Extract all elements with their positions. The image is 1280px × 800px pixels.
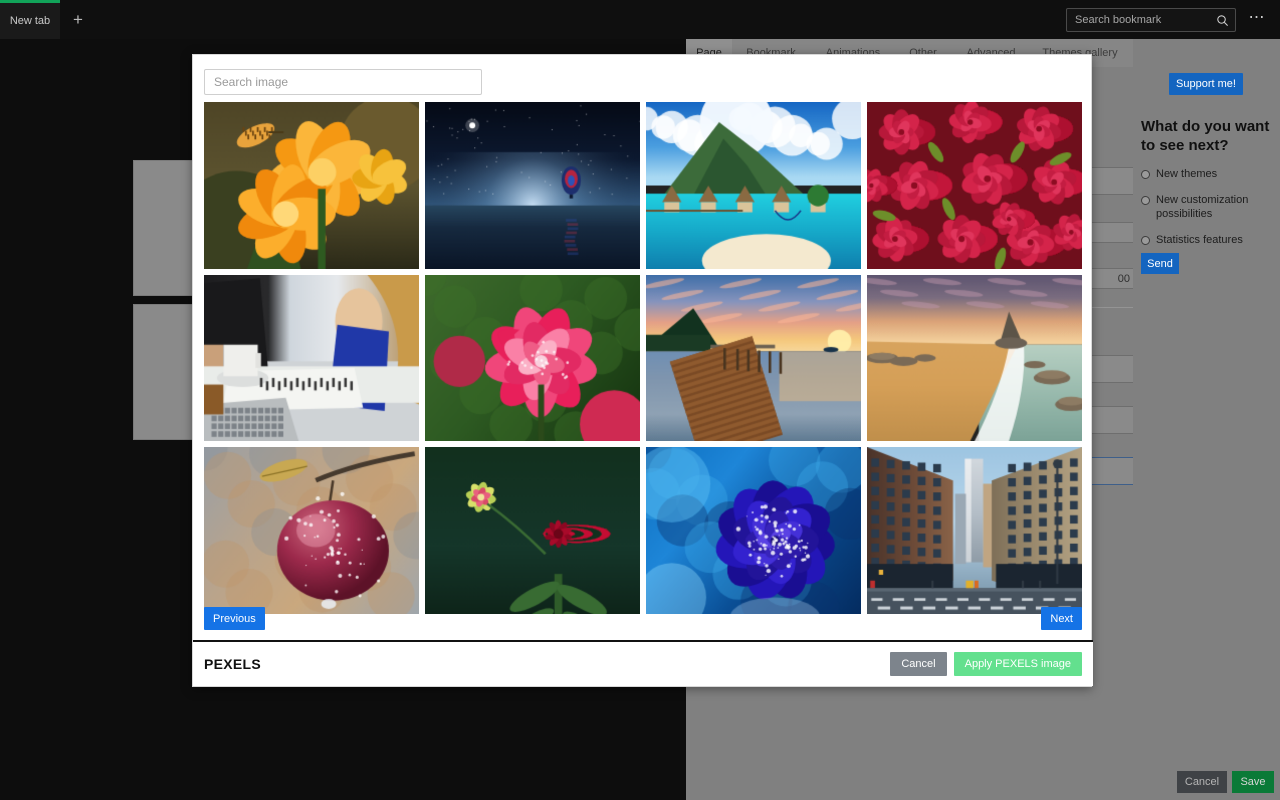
pagination-controls: Previous Next bbox=[204, 607, 1082, 633]
next-label: Next bbox=[1050, 613, 1073, 625]
image-results-grid bbox=[204, 102, 1082, 614]
next-page-button[interactable]: Next bbox=[1041, 607, 1082, 630]
image-search-input[interactable]: Search image bbox=[204, 69, 482, 95]
radio-label: New themes bbox=[1156, 167, 1217, 181]
more-options-icon[interactable]: ⋯ bbox=[1244, 10, 1270, 30]
radio-icon[interactable] bbox=[1141, 170, 1150, 179]
image-result-8[interactable] bbox=[867, 275, 1082, 442]
settings-cancel-button[interactable]: Cancel bbox=[1177, 771, 1227, 793]
image-thumbnail bbox=[646, 447, 861, 614]
settings-cancel-label: Cancel bbox=[1185, 776, 1219, 788]
radio-label: Statistics features bbox=[1156, 233, 1243, 247]
image-thumbnail bbox=[425, 102, 640, 269]
support-me-label: Support me! bbox=[1176, 78, 1236, 90]
image-thumbnail bbox=[646, 275, 861, 442]
bookmark-search-input[interactable]: Search bookmark bbox=[1066, 8, 1236, 32]
image-thumbnail bbox=[867, 275, 1082, 442]
image-result-3[interactable] bbox=[646, 102, 861, 269]
image-search-placeholder: Search image bbox=[214, 75, 288, 89]
browser-chrome: New tab + Search bookmark ⋯ bbox=[0, 0, 1280, 39]
image-result-6[interactable] bbox=[425, 275, 640, 442]
image-result-11[interactable] bbox=[646, 447, 861, 614]
image-result-4[interactable] bbox=[867, 102, 1082, 269]
radio-option-new-themes[interactable]: New themes bbox=[1141, 167, 1279, 181]
send-label: Send bbox=[1147, 258, 1173, 270]
previous-label: Previous bbox=[213, 613, 256, 625]
modal-footer: PEXELS Cancel Apply PEXELS image bbox=[193, 640, 1093, 686]
pexels-image-picker-modal: Search image Previous Next PEXELS Cancel… bbox=[192, 54, 1092, 687]
image-result-7[interactable] bbox=[646, 275, 861, 442]
modal-cancel-button[interactable]: Cancel bbox=[890, 652, 946, 676]
tab-new-tab[interactable]: New tab bbox=[0, 0, 60, 39]
image-result-9[interactable] bbox=[204, 447, 419, 614]
apply-label: Apply PEXELS image bbox=[965, 658, 1071, 670]
radio-icon[interactable] bbox=[1141, 196, 1150, 205]
radio-icon[interactable] bbox=[1141, 236, 1150, 245]
image-thumbnail bbox=[204, 447, 419, 614]
app-root: New tab + Search bookmark ⋯ Page Bookmark… bbox=[0, 0, 1280, 800]
modal-cancel-label: Cancel bbox=[901, 658, 935, 670]
search-icon bbox=[1216, 14, 1229, 27]
image-thumbnail bbox=[204, 275, 419, 442]
settings-save-label: Save bbox=[1240, 776, 1265, 788]
settings-action-bar: Cancel Save bbox=[1177, 771, 1274, 793]
apply-pexels-image-button[interactable]: Apply PEXELS image bbox=[954, 652, 1082, 676]
feedback-heading: What do you want to see next? bbox=[1141, 117, 1276, 155]
image-result-10[interactable] bbox=[425, 447, 640, 614]
image-thumbnail bbox=[204, 102, 419, 269]
image-thumbnail bbox=[867, 102, 1082, 269]
radio-option-new-customization[interactable]: New customization possibilities bbox=[1141, 193, 1279, 221]
image-thumbnail bbox=[425, 275, 640, 442]
radio-label: New customization possibilities bbox=[1156, 193, 1279, 221]
image-thumbnail bbox=[425, 447, 640, 614]
image-result-1[interactable] bbox=[204, 102, 419, 269]
right-rail: Support me! What do you want to see next… bbox=[1133, 39, 1280, 800]
pexels-logo: PEXELS bbox=[204, 656, 261, 672]
image-result-5[interactable] bbox=[204, 275, 419, 442]
plus-icon[interactable]: + bbox=[66, 8, 90, 32]
settings-number-value: 00 bbox=[1118, 273, 1130, 285]
send-feedback-button[interactable]: Send bbox=[1141, 253, 1179, 274]
bookmark-search-placeholder: Search bookmark bbox=[1075, 14, 1216, 26]
radio-option-statistics[interactable]: Statistics features bbox=[1141, 233, 1279, 247]
image-thumbnail bbox=[867, 447, 1082, 614]
settings-save-button[interactable]: Save bbox=[1232, 771, 1274, 793]
image-result-12[interactable] bbox=[867, 447, 1082, 614]
support-me-button[interactable]: Support me! bbox=[1169, 73, 1243, 95]
image-result-2[interactable] bbox=[425, 102, 640, 269]
modal-body: Search image Previous Next bbox=[193, 55, 1093, 642]
previous-page-button[interactable]: Previous bbox=[204, 607, 265, 630]
tab-label: New tab bbox=[10, 15, 50, 27]
modal-footer-buttons: Cancel Apply PEXELS image bbox=[890, 652, 1082, 676]
image-thumbnail bbox=[646, 102, 861, 269]
